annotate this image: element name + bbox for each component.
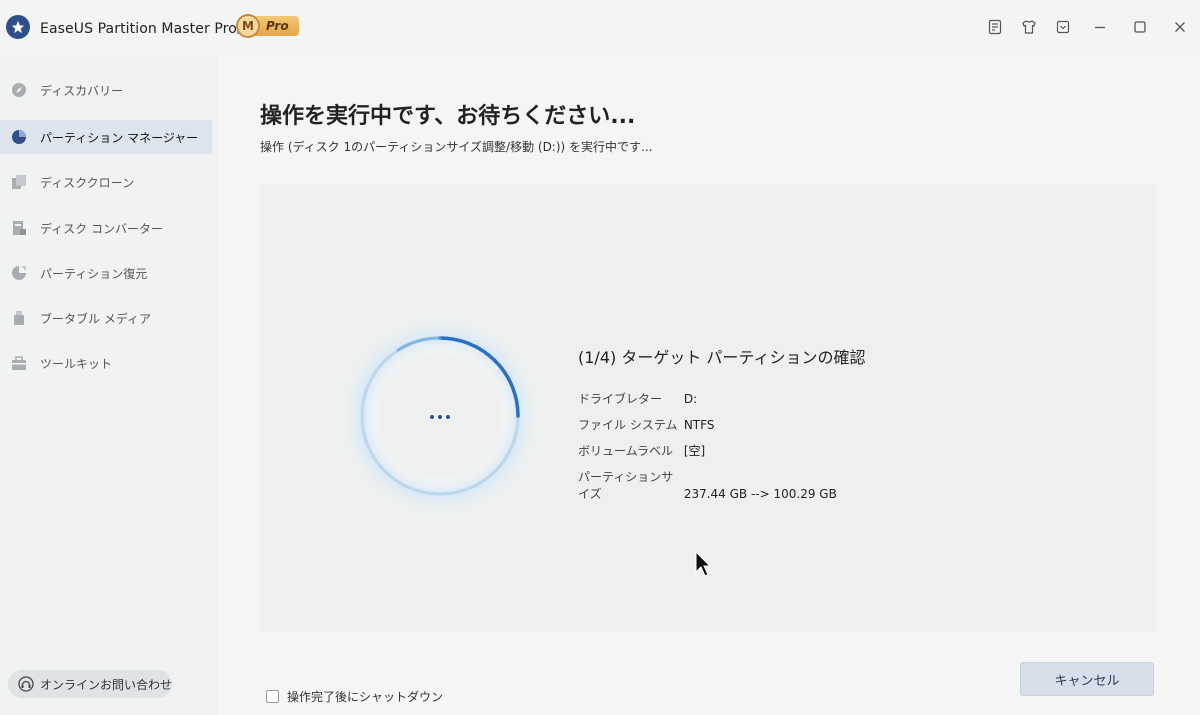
compass-icon	[10, 81, 28, 99]
online-support-button[interactable]: オンラインお問い合わせ	[8, 670, 172, 698]
shutdown-label: 操作完了後にシャットダウン	[287, 690, 444, 704]
step-title: (1/4) ターゲット パーティションの確認	[578, 348, 866, 367]
sidebar-item-partition-manager[interactable]: パーティション マネージャー	[0, 120, 212, 154]
converter-icon	[10, 219, 28, 237]
sidebar-item-discovery[interactable]: ディスカバリー	[0, 73, 212, 107]
close-icon[interactable]	[1160, 14, 1200, 40]
clone-icon	[10, 173, 28, 191]
titlebar-icons	[978, 14, 1200, 40]
detail-value: NTFS	[683, 418, 715, 432]
detail-row-drive-letter: ドライブレター D:	[578, 390, 697, 407]
usb-icon	[10, 309, 28, 327]
operation-description: 操作 (ディスク 1のパーティションサイズ調整/移動 (D:)) を実行中です.…	[260, 140, 653, 154]
skin-icon[interactable]	[1012, 14, 1046, 40]
sidebar-item-label: ツールキット	[40, 356, 113, 371]
shutdown-checkbox[interactable]	[266, 690, 279, 703]
detail-key: パーティションサイズ	[578, 470, 674, 501]
badge-pro: Pro	[254, 16, 299, 36]
detail-value: D:	[683, 392, 698, 406]
pie-chart-icon	[10, 128, 28, 146]
page-title: 操作を実行中です、お待ちください...	[260, 104, 636, 129]
detail-row-file-system: ファイル システム NTFS	[578, 416, 714, 433]
sidebar-item-label: ディスククローン	[40, 175, 135, 190]
sidebar: ディスカバリー パーティション マネージャー ディスククローン ディスク コンバ…	[0, 54, 218, 715]
sidebar-item-label: パーティション マネージャー	[40, 130, 199, 145]
app-title: EaseUS Partition Master Pro版	[40, 21, 251, 37]
detail-value: 237.44 GB --> 100.29 GB	[683, 487, 837, 501]
recovery-icon	[10, 264, 28, 282]
sidebar-item-label: ディスカバリー	[40, 83, 124, 98]
detail-row-partition-size: パーティションサイズ 237.44 GB --> 100.29 GB	[578, 468, 837, 502]
mouse-cursor-icon	[695, 550, 712, 577]
app-logo-icon	[6, 15, 30, 39]
main-content: 操作を実行中です、お待ちください... 操作 (ディスク 1のパーティションサイ…	[218, 54, 1200, 715]
sidebar-item-label: パーティション復元	[40, 266, 148, 281]
maximize-icon[interactable]	[1120, 14, 1160, 40]
detail-key: ドライブレター	[578, 392, 663, 406]
detail-key: ボリュームラベル	[578, 444, 674, 458]
toolkit-icon	[10, 354, 28, 372]
loading-dots	[418, 412, 462, 422]
badge-m: M	[236, 14, 260, 38]
menu-icon[interactable]	[1046, 14, 1080, 40]
title-bar: EaseUS Partition Master Pro版 M Pro	[0, 0, 1200, 54]
online-support-label: オンラインお問い合わせ	[40, 677, 173, 692]
sidebar-item-disk-converter[interactable]: ディスク コンバーター	[0, 211, 212, 245]
sidebar-item-label: ブータブル メディア	[40, 311, 151, 326]
detail-row-volume-label: ボリュームラベル [空]	[578, 442, 705, 459]
sidebar-item-toolkit[interactable]: ツールキット	[0, 346, 212, 380]
sidebar-item-disk-clone[interactable]: ディスククローン	[0, 165, 212, 199]
cancel-button[interactable]: キャンセル	[1020, 662, 1154, 696]
minimize-icon[interactable]	[1080, 14, 1120, 40]
feedback-icon[interactable]	[978, 14, 1012, 40]
sidebar-item-label: ディスク コンバーター	[40, 221, 163, 236]
sidebar-item-partition-recovery[interactable]: パーティション復元	[0, 256, 212, 290]
detail-key: ファイル システム	[578, 418, 678, 432]
detail-value: [空]	[683, 444, 706, 458]
sidebar-item-bootable-media[interactable]: ブータブル メディア	[0, 301, 212, 335]
headset-icon	[18, 676, 34, 692]
pro-badge[interactable]: M Pro	[236, 14, 306, 38]
shutdown-after-complete[interactable]: 操作完了後にシャットダウン	[266, 688, 443, 705]
